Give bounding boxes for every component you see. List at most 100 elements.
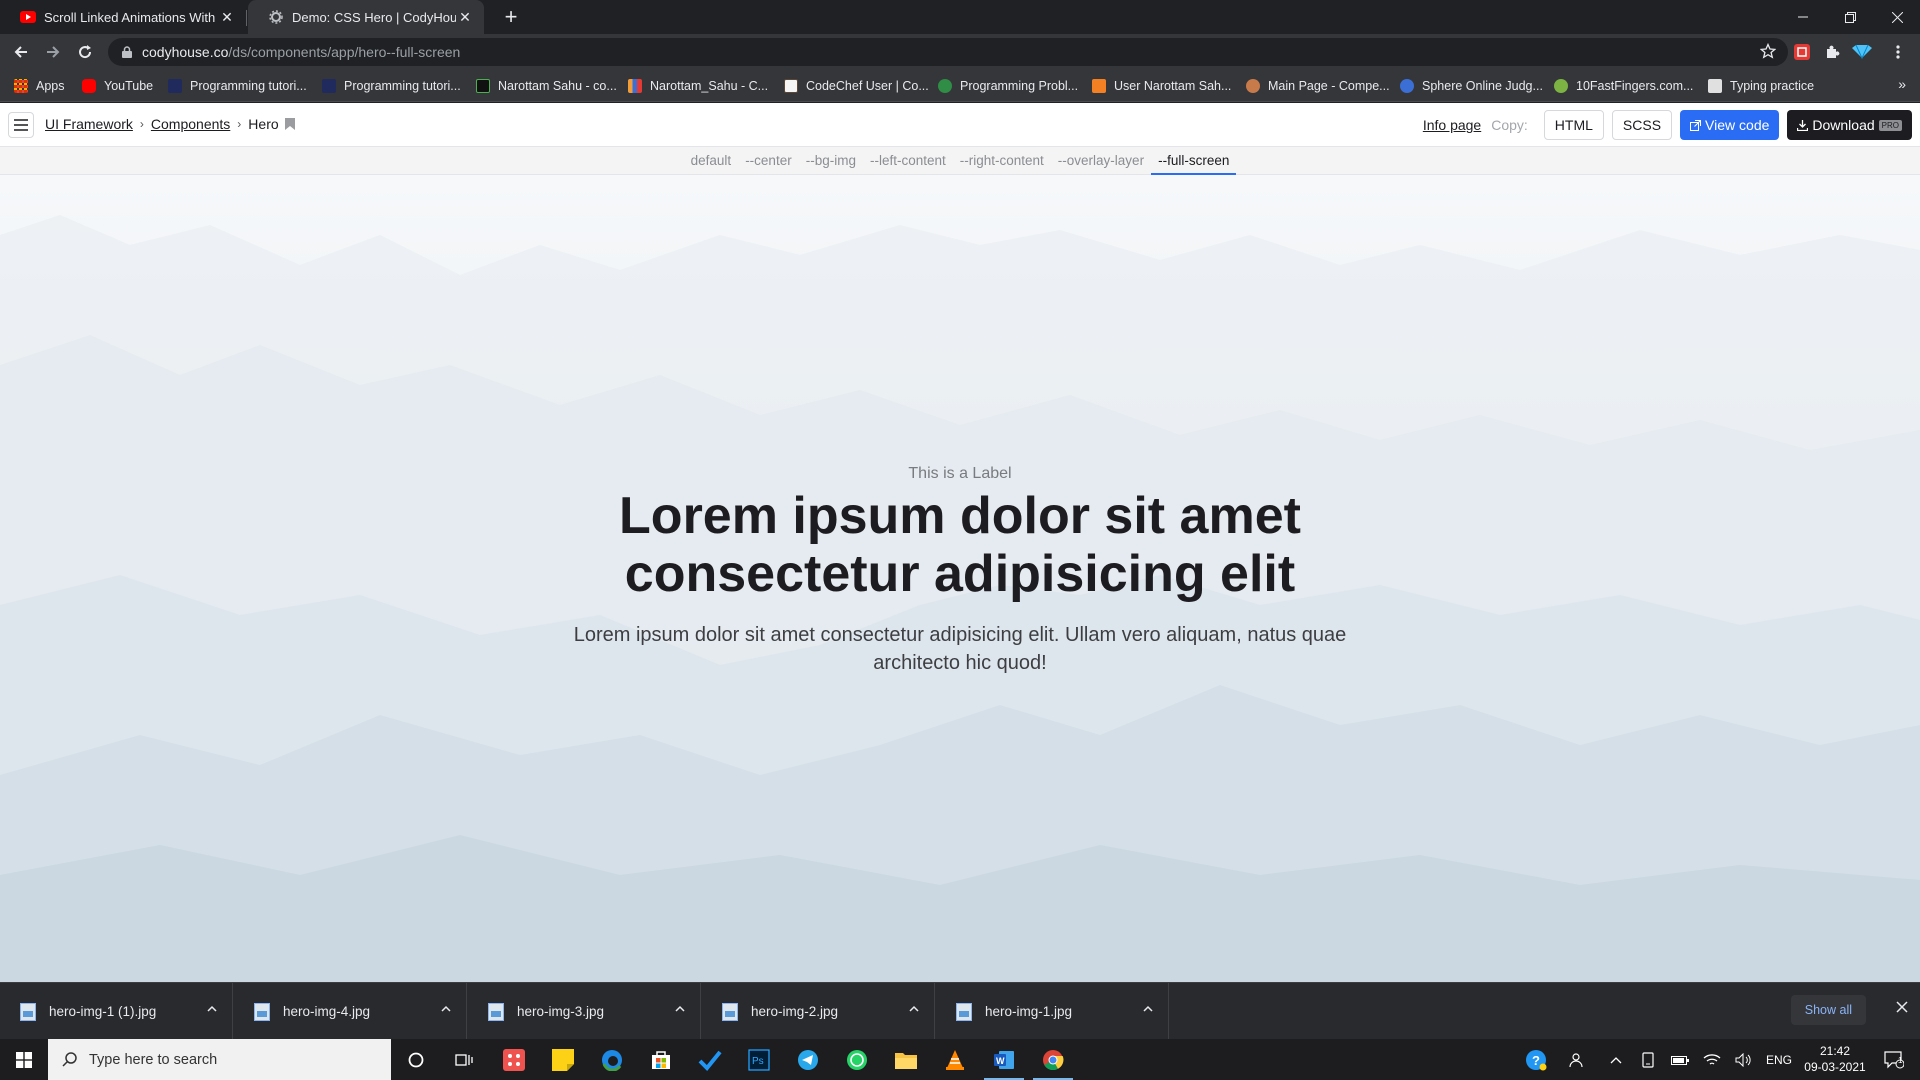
- address-bar[interactable]: codyhouse.co/ds/components/app/hero--ful…: [108, 38, 1788, 66]
- view-code-label: View code: [1705, 117, 1770, 133]
- variant-tab-left-content[interactable]: --left-content: [863, 147, 953, 175]
- device-icon[interactable]: [1636, 1039, 1660, 1080]
- bookmark-typing-practice[interactable]: Typing practice: [1708, 77, 1814, 95]
- cortana-icon[interactable]: [392, 1039, 440, 1080]
- chrome-icon[interactable]: [1029, 1039, 1077, 1080]
- bookmark-user-narottam[interactable]: User Narottam Sah...: [1092, 77, 1231, 95]
- vlc-icon[interactable]: [931, 1039, 979, 1080]
- chevron-up-icon[interactable]: [674, 1003, 686, 1015]
- hero-section: This is a Label Lorem ipsum dolor sit am…: [0, 175, 1920, 982]
- download-filename: hero-img-2.jpg: [751, 1004, 839, 1019]
- chrome-menu-icon[interactable]: [1888, 42, 1908, 62]
- close-window-button[interactable]: [1874, 0, 1920, 34]
- file-explorer-icon[interactable]: [882, 1039, 930, 1080]
- variant-tab-full-screen[interactable]: --full-screen: [1151, 147, 1237, 175]
- help-question-icon[interactable]: ?: [1520, 1039, 1552, 1080]
- tab-codyhouse-demo[interactable]: Demo: CSS Hero | CodyHouse ✕: [248, 0, 484, 34]
- volume-icon[interactable]: [1732, 1039, 1756, 1080]
- variant-tab-bg-img[interactable]: --bg-img: [799, 147, 863, 175]
- extension-red-icon[interactable]: [1792, 42, 1812, 62]
- bookmark-icon[interactable]: [284, 118, 295, 130]
- close-icon[interactable]: [1896, 1001, 1908, 1013]
- taskbar-clock[interactable]: 21:42 09-03-2021: [1800, 1043, 1870, 1075]
- download-item[interactable]: hero-img-1.jpg: [936, 983, 1169, 1040]
- language-indicator[interactable]: ENG: [1762, 1039, 1796, 1080]
- close-tab-icon[interactable]: ✕: [218, 9, 236, 26]
- svg-text:?: ?: [1532, 1053, 1540, 1068]
- download-item[interactable]: hero-img-4.jpg: [234, 983, 467, 1040]
- minimize-button[interactable]: [1780, 0, 1826, 34]
- copy-html-button[interactable]: HTML: [1543, 110, 1604, 140]
- bookmark-main-page[interactable]: Main Page - Compe...: [1246, 77, 1390, 95]
- windows-start-icon[interactable]: [0, 1039, 48, 1080]
- notification-center-icon[interactable]: 1: [1874, 1039, 1914, 1080]
- profile-avatar-icon[interactable]: [1852, 42, 1872, 62]
- chevron-up-icon[interactable]: [1604, 1039, 1628, 1080]
- bookmarks-overflow-chevron-icon[interactable]: »: [1898, 76, 1906, 92]
- reload-icon[interactable]: [72, 39, 98, 65]
- sticky-notes-icon[interactable]: [539, 1039, 587, 1080]
- close-tab-icon[interactable]: ✕: [456, 9, 474, 26]
- pro-badge: PRO: [1878, 119, 1902, 131]
- whatsapp-icon[interactable]: [833, 1039, 881, 1080]
- restore-button[interactable]: [1827, 0, 1873, 34]
- wifi-icon[interactable]: [1700, 1039, 1724, 1080]
- chevron-up-icon[interactable]: [206, 1003, 218, 1015]
- copy-label: Copy:: [1491, 117, 1528, 133]
- word-icon[interactable]: W: [980, 1039, 1028, 1080]
- app-red-grid-icon[interactable]: [490, 1039, 538, 1080]
- view-code-button[interactable]: View code: [1680, 110, 1780, 140]
- telegram-icon[interactable]: [784, 1039, 832, 1080]
- download-button[interactable]: Download PRO: [1787, 110, 1912, 140]
- windows-taskbar: Type here to search Ps W ? ENG 21:42 09-…: [0, 1039, 1920, 1080]
- variant-tab-default[interactable]: default: [684, 147, 739, 175]
- bookmark-programming-tutorials-1[interactable]: Programming tutori...: [168, 77, 307, 95]
- extensions-puzzle-icon[interactable]: [1822, 42, 1842, 62]
- new-tab-button[interactable]: +: [498, 4, 524, 30]
- site-icon: [168, 79, 182, 93]
- back-arrow-icon[interactable]: [8, 39, 34, 65]
- download-item[interactable]: hero-img-1 (1).jpg: [0, 983, 233, 1040]
- taskbar-search-input[interactable]: Type here to search: [48, 1039, 391, 1080]
- bookmark-narottam-sahu-c[interactable]: Narottam_Sahu - C...: [628, 77, 768, 95]
- variant-tab-right-content[interactable]: --right-content: [953, 147, 1051, 175]
- hero-title: Lorem ipsum dolor sit amet consectetur a…: [0, 487, 1920, 603]
- bookmark-narottam-codeforces[interactable]: Narottam Sahu - co...: [476, 77, 617, 95]
- hero-title-line-2: consectetur adipisicing elit: [624, 545, 1296, 603]
- download-item[interactable]: hero-img-3.jpg: [468, 983, 701, 1040]
- hamburger-menu-icon[interactable]: [8, 112, 34, 138]
- bookmark-programming-problems[interactable]: Programming Probl...: [938, 77, 1078, 95]
- microsoft-store-icon[interactable]: [637, 1039, 685, 1080]
- forward-arrow-icon[interactable]: [40, 39, 66, 65]
- download-item[interactable]: hero-img-2.jpg: [702, 983, 935, 1040]
- chevron-up-icon[interactable]: [908, 1003, 920, 1015]
- bookmark-codechef[interactable]: CodeChef User | Co...: [784, 77, 929, 95]
- notification-count: 1: [1898, 1056, 1903, 1065]
- bookmark-label: Apps: [36, 79, 65, 93]
- site-icon: [322, 79, 336, 93]
- task-view-icon[interactable]: [440, 1039, 488, 1080]
- chevron-up-icon[interactable]: [440, 1003, 452, 1015]
- bookmark-star-icon[interactable]: [1759, 42, 1777, 62]
- bookmark-programming-tutorials-2[interactable]: Programming tutori...: [322, 77, 461, 95]
- photoshop-icon[interactable]: Ps: [735, 1039, 783, 1080]
- bookmark-10fastfingers[interactable]: 10FastFingers.com...: [1554, 77, 1693, 95]
- variant-tab-center[interactable]: --center: [738, 147, 799, 175]
- chevron-up-icon[interactable]: [1142, 1003, 1154, 1015]
- bookmark-sphere-online-judge[interactable]: Sphere Online Judg...: [1400, 77, 1543, 95]
- breadcrumb-ui-framework[interactable]: UI Framework: [45, 116, 133, 132]
- people-icon[interactable]: [1564, 1039, 1590, 1080]
- bar-chart-icon: [628, 79, 642, 93]
- breadcrumb-components[interactable]: Components: [151, 116, 230, 132]
- variant-tab-overlay-layer[interactable]: --overlay-layer: [1051, 147, 1151, 175]
- todo-checkmark-icon[interactable]: [686, 1039, 734, 1080]
- show-all-downloads-button[interactable]: Show all: [1790, 995, 1866, 1025]
- download-filename: hero-img-4.jpg: [283, 1004, 371, 1019]
- edge-browser-icon[interactable]: [588, 1039, 636, 1080]
- copy-scss-button[interactable]: SCSS: [1611, 110, 1673, 140]
- info-page-link[interactable]: Info page: [1423, 117, 1481, 133]
- bookmark-apps[interactable]: Apps: [14, 77, 65, 95]
- bookmark-youtube[interactable]: YouTube: [82, 77, 153, 95]
- tab-scroll-linked-animations[interactable]: Scroll Linked Animations With N ✕: [0, 0, 246, 34]
- external-link-icon: [1690, 119, 1702, 131]
